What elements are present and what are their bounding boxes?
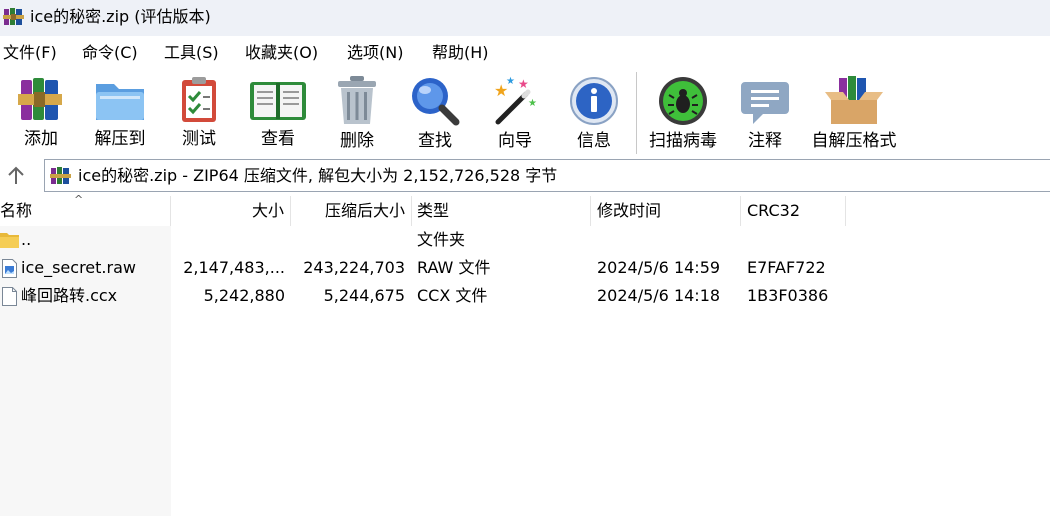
wizard-wand-icon: ★ ★ ★ ★ [494,76,537,125]
svg-text:★: ★ [506,76,515,87]
svg-text:★: ★ [518,77,529,91]
find-button[interactable]: 查找 [404,74,466,158]
file-type: 文件夹 [417,230,466,249]
column-header-modified[interactable]: 修改时间 [591,196,741,226]
view-label: 查看 [261,129,295,149]
menu-tools[interactable]: 工具(S) [164,43,219,63]
trash-can-icon [338,76,376,124]
file-packed-size: 243,224,703 [303,258,405,277]
file-name: ice_secret.raw [21,258,136,277]
test-button[interactable]: 测试 [168,74,230,158]
winrar-archive-icon [50,167,71,184]
sfx-label: 自解压格式 [811,131,897,151]
file-modified: 2024/5/6 14:59 [597,258,721,277]
scan-virus-label: 扫描病毒 [649,131,717,151]
column-name-label: 名称 [0,201,33,220]
view-button[interactable]: 查看 [246,74,310,158]
info-button[interactable]: 信息 [563,74,625,158]
window-title: ice的秘密.zip (评估版本) [30,7,211,26]
list-item[interactable]: .. 文件夹 [0,226,1050,254]
column-header-crc[interactable]: CRC32 [741,196,846,226]
blank-file-icon [2,287,17,306]
menu-file[interactable]: 文件(F) [3,43,57,63]
extract-to-label: 解压到 [94,129,146,149]
comment-bubble-icon [741,82,789,124]
wizard-button[interactable]: ★ ★ ★ ★ 向导 [484,74,546,158]
add-button[interactable]: 添加 [10,74,72,158]
add-archive-icon [18,78,62,120]
title-bar: ice的秘密.zip (评估版本) [0,0,1050,36]
test-clipboard-icon [182,77,216,122]
wizard-label: 向导 [498,131,532,151]
menu-command[interactable]: 命令(C) [82,43,138,63]
up-arrow-icon[interactable] [5,165,27,187]
menu-options[interactable]: 选项(N) [347,43,403,63]
file-crc: 1B3F0386 [747,286,829,305]
address-bar: ice的秘密.zip - ZIP64 压缩文件, 解包大小为 2,152,726… [0,158,1050,194]
column-header-packed[interactable]: 压缩后大小 [291,196,412,226]
test-label: 测试 [182,129,216,149]
toolbar: 添加 解压到 测试 查看 删除 查找 ★ ★ ★ ★ 向导 信息 扫描病毒 注释… [0,68,1050,158]
extract-folder-icon [96,84,144,120]
file-crc: E7FAF722 [747,258,826,277]
menu-favorites[interactable]: 收藏夹(O) [245,43,318,63]
file-size: 5,242,880 [203,286,285,305]
view-book-icon [250,82,306,120]
file-name: .. [21,230,32,249]
delete-label: 删除 [340,131,374,151]
delete-button[interactable]: 删除 [326,74,388,158]
extract-to-button[interactable]: 解压到 [84,74,156,158]
file-list: 名称 ^ 大小 压缩后大小 类型 修改时间 CRC32 .. 文件夹 ice_s… [0,193,1050,516]
sort-indicator: ^ [74,193,84,206]
file-size: 2,147,483,... [183,258,285,277]
toolbar-separator [636,72,637,154]
address-field[interactable]: ice的秘密.zip - ZIP64 压缩文件, 解包大小为 2,152,726… [44,159,1050,192]
info-icon [570,77,618,125]
menu-bar: 文件(F) 命令(C) 工具(S) 收藏夹(O) 选项(N) 帮助(H) [0,38,1050,68]
sfx-button[interactable]: 自解压格式 [808,74,900,158]
folder-icon [0,233,19,248]
column-header-size[interactable]: 大小 [171,196,291,226]
file-type: CCX 文件 [417,286,488,305]
add-label: 添加 [24,129,58,149]
file-type: RAW 文件 [417,258,491,277]
comment-button[interactable]: 注释 [734,74,796,158]
image-file-icon [2,259,17,278]
comment-label: 注释 [748,131,782,151]
sfx-box-icon [825,76,883,124]
list-item[interactable]: ice_secret.raw 2,147,483,... 243,224,703… [0,254,1050,282]
magnifier-icon [412,78,460,126]
scan-virus-button[interactable]: 扫描病毒 [644,74,722,158]
virus-scan-icon [659,77,707,125]
menu-help[interactable]: 帮助(H) [432,43,489,63]
list-item[interactable]: 峰回路转.ccx 5,242,880 5,244,675 CCX 文件 2024… [0,282,1050,310]
winrar-books-icon [3,8,24,25]
column-header-name[interactable]: 名称 ^ [0,193,171,226]
address-text: ice的秘密.zip - ZIP64 压缩文件, 解包大小为 2,152,726… [78,166,558,185]
file-modified: 2024/5/6 14:18 [597,286,721,305]
info-label: 信息 [577,131,611,151]
file-packed-size: 5,244,675 [323,286,405,305]
find-label: 查找 [418,131,452,151]
svg-text:★: ★ [528,98,537,109]
column-header-type[interactable]: 类型 [412,196,591,226]
file-name: 峰回路转.ccx [21,286,118,305]
